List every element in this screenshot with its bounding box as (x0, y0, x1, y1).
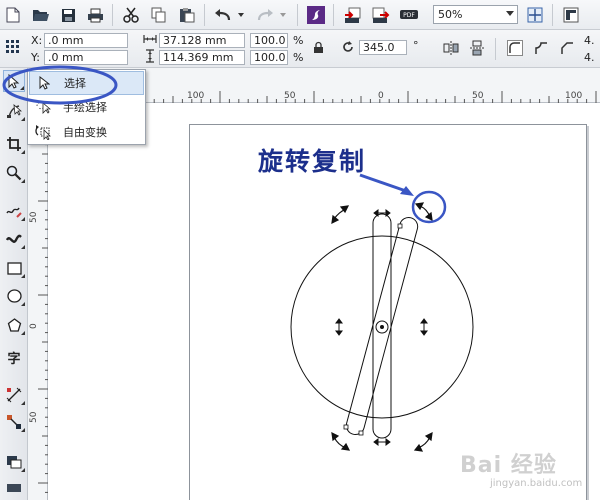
ruler-label: 0 (378, 91, 384, 101)
ruler-label: 100 (187, 91, 205, 101)
free-transform-icon (29, 124, 57, 140)
x-position-field[interactable]: .0 mm (44, 33, 128, 48)
mirror-horizontal-icon[interactable] (440, 37, 462, 59)
rotate-handle-top-left (331, 205, 350, 225)
polygon-tool-button[interactable] (3, 314, 25, 336)
interactive-tool-icon (7, 456, 22, 469)
ellipse-tool-button[interactable] (3, 285, 25, 307)
new-icon[interactable] (2, 4, 24, 26)
corner-round-icon[interactable] (504, 37, 526, 59)
rotate-handle-bottom-left (331, 431, 351, 451)
rotate-icon (339, 38, 357, 56)
vertical-ruler[interactable]: 50 0 50 (28, 103, 48, 500)
rectangle-tool-icon (6, 261, 22, 275)
rotation-angle-field[interactable]: 345.0 (359, 40, 407, 55)
degree-label: ° (413, 39, 419, 52)
text-tool-icon: 字 (7, 351, 21, 367)
undo-dropdown-icon[interactable] (236, 4, 246, 26)
standard-toolbar: PDF 50% (0, 0, 600, 30)
mirror-vertical-icon[interactable] (466, 37, 488, 59)
snap-icon[interactable] (524, 4, 546, 26)
color-swatch-button[interactable] (3, 477, 25, 499)
polygon-tool-icon (7, 318, 21, 332)
crop-tool-icon (7, 137, 21, 151)
watermark-logo: Bai 经验 (460, 453, 557, 478)
ruler-label: 50 (29, 211, 39, 223)
artistic-media-tool-button[interactable] (3, 228, 25, 250)
scale-height-field[interactable]: 100.0 (250, 50, 288, 65)
object-position-grid-icon[interactable] (2, 36, 24, 58)
interactive-tool-button[interactable] (3, 451, 25, 473)
rectangle-tool-button[interactable] (3, 257, 25, 279)
flyout-item-free-transform[interactable]: 自由变换 (29, 120, 144, 144)
annotation-arrow (359, 173, 407, 193)
skew-handle-bottom (373, 438, 391, 446)
ruler-label: 50 (284, 91, 296, 101)
corner-chamfer-icon[interactable] (556, 37, 578, 59)
skew-handle-top (373, 209, 391, 217)
flyout-item-label: 自由变换 (63, 126, 107, 139)
scale-width-field[interactable]: 100.0 (250, 33, 288, 48)
percent-label: % (293, 51, 304, 64)
x-label: X: (31, 34, 43, 47)
crop-tool-button[interactable] (3, 133, 25, 155)
width-field[interactable]: 37.128 mm (159, 33, 245, 48)
paste-icon[interactable] (176, 4, 198, 26)
svg-text:PDF: PDF (403, 12, 415, 19)
freehand-tool-button[interactable] (3, 200, 25, 222)
node-handle (358, 430, 364, 436)
dimension-tool-icon (6, 387, 22, 403)
application-launcher-icon[interactable] (560, 4, 582, 26)
import-icon[interactable] (342, 4, 364, 26)
vertical-ruler-scale (38, 106, 48, 493)
corner-scallop-icon[interactable] (530, 37, 552, 59)
rotate-handle-bottom-right (413, 431, 433, 452)
fill-tool-button[interactable] (3, 411, 25, 433)
zoom-tool-button[interactable] (3, 162, 25, 184)
corner-radius-top-field[interactable]: 4. (584, 34, 595, 47)
lock-ratio-icon[interactable] (309, 38, 327, 56)
print-icon[interactable] (84, 4, 106, 26)
cut-icon[interactable] (120, 4, 142, 26)
dimension-tool-button[interactable] (3, 384, 25, 406)
freehand-tool-icon (6, 207, 22, 218)
save-icon[interactable] (57, 4, 79, 26)
zoom-level-value: 50% (438, 8, 463, 21)
copy-icon[interactable] (148, 4, 170, 26)
undo-icon[interactable] (212, 4, 234, 26)
skew-handle-left (335, 318, 343, 336)
ruler-label: 50 (29, 411, 39, 423)
export-icon[interactable] (370, 4, 392, 26)
toolbox: 字 (0, 68, 28, 500)
zoom-level-select[interactable]: 50% (433, 5, 518, 24)
annotation-text: 旋转复制 (258, 147, 367, 176)
height-field[interactable]: 114.369 mm (159, 50, 245, 65)
fill-tool-icon (7, 415, 21, 429)
chevron-down-icon (506, 11, 514, 16)
text-tool-button[interactable]: 字 (3, 346, 25, 368)
open-icon[interactable] (30, 4, 52, 26)
redo-dropdown-icon[interactable] (278, 4, 288, 26)
ruler-label: 50 (472, 91, 484, 101)
width-arrow-icon (142, 31, 158, 47)
ruler-label: 100 (565, 91, 583, 101)
percent-label: % (293, 34, 304, 47)
pdf-icon[interactable]: PDF (398, 4, 420, 26)
node-handle (397, 223, 403, 229)
ruler-label: 0 (29, 323, 39, 329)
ellipse-tool-icon (6, 289, 22, 303)
fill-outline-icon (7, 484, 21, 492)
watermark-url: jingyan.baidu.com (490, 478, 583, 489)
node-handle (343, 424, 349, 430)
artistic-media-icon (6, 234, 22, 243)
corner-radius-bottom-field[interactable]: 4. (584, 51, 595, 64)
redo-icon[interactable] (254, 4, 276, 26)
skew-handle-right (420, 318, 428, 336)
corel-logo-icon[interactable] (305, 4, 327, 26)
zoom-tool-icon (6, 165, 22, 181)
annotation-highlight-ellipse (2, 65, 118, 105)
